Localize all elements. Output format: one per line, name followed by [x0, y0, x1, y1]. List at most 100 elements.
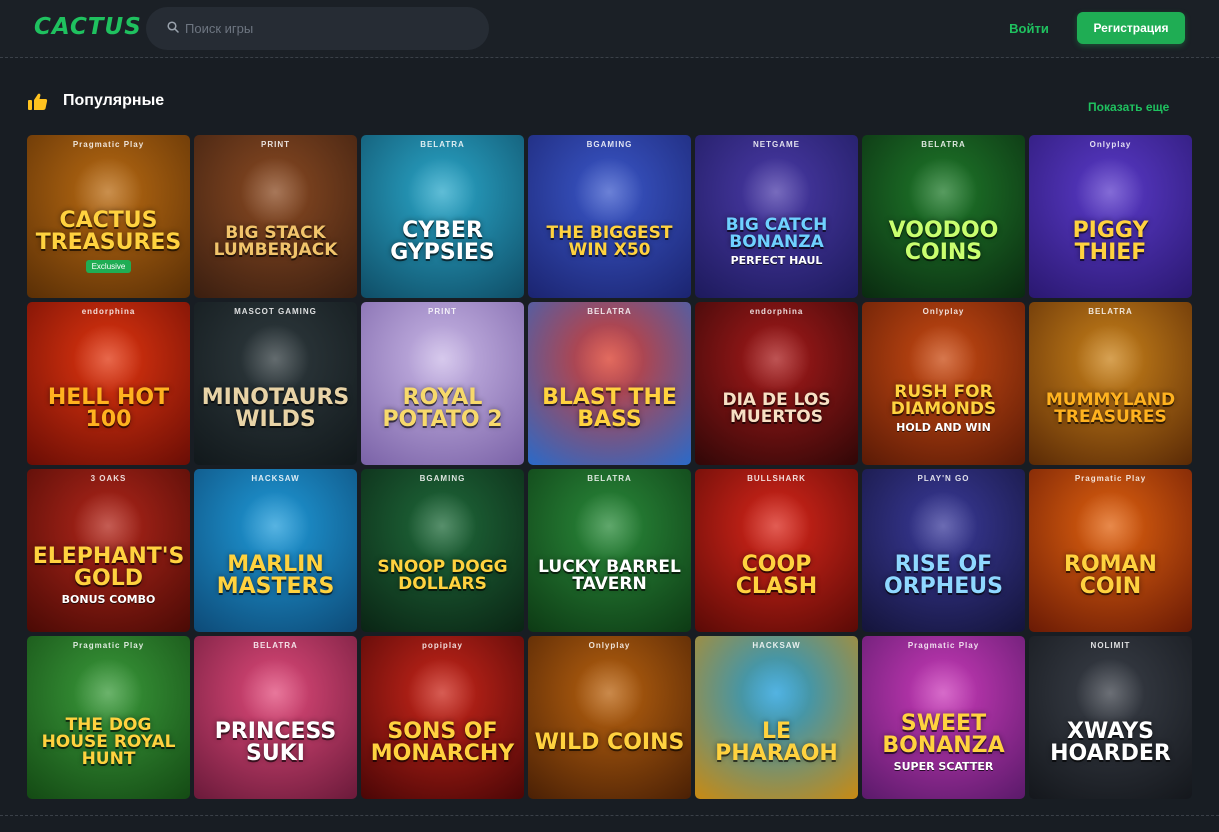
game-title: Cactus Treasures [35, 208, 182, 255]
game-title: Lucky Barrel Tavern [538, 556, 681, 594]
game-tile[interactable]: BELATRA Mummyland Treasures [1029, 302, 1192, 465]
game-art [407, 324, 477, 394]
game-art [1075, 491, 1145, 561]
game-title: Elephant's Gold [32, 543, 185, 591]
game-title: Princess Suki [214, 718, 337, 766]
game-provider: BELATRA [921, 140, 966, 149]
game-tile[interactable]: PRINT Big Stack Lumberjack [194, 135, 357, 298]
login-button[interactable]: Войти [1003, 19, 1055, 39]
game-tile[interactable]: MASCOT GAMING Minotaurs Wilds [194, 302, 357, 465]
game-provider: popiplay [422, 641, 463, 650]
game-title: Blast the Bass [542, 384, 677, 432]
game-title: The Biggest Win x50 [546, 222, 673, 260]
game-title: The Dog House Royal Hunt [41, 715, 176, 769]
game-tile[interactable]: HACKSAW Le Pharaoh [695, 636, 858, 799]
game-tile[interactable]: BELATRA Blast the Bass [528, 302, 691, 465]
game-provider: Pragmatic Play [72, 140, 145, 149]
game-art [574, 324, 644, 394]
game-tile[interactable]: BELATRA Voodoo Coins [862, 135, 1025, 298]
game-art [1075, 658, 1145, 728]
thumbs-up-icon [28, 93, 48, 110]
game-title: Sons of Monarchy [370, 718, 515, 766]
game-title: Rush for Diamonds [890, 381, 997, 419]
game-provider: MASCOT GAMING [234, 307, 317, 316]
game-provider: NOLIMIT [1090, 641, 1131, 650]
game-provider: HACKSAW [752, 641, 801, 650]
game-art [240, 324, 310, 394]
game-provider: Onlyplay [588, 641, 631, 650]
game-art [574, 157, 644, 227]
game-tile[interactable]: Onlyplay Rush for Diamonds Hold and Win [862, 302, 1025, 465]
game-tile[interactable]: Onlyplay Wild Coins [528, 636, 691, 799]
game-art [908, 157, 978, 227]
game-title: Marlin Masters [216, 551, 335, 599]
game-tile[interactable]: NOLIMIT xWays Hoarder [1029, 636, 1192, 799]
game-tile[interactable]: PRINT Royal Potato 2 [361, 302, 524, 465]
game-tile[interactable]: BELATRA Lucky Barrel Tavern [528, 469, 691, 632]
game-tile[interactable]: BULLSHARK Coop Clash [695, 469, 858, 632]
game-tile[interactable]: Pragmatic Play Cactus Treasures Exclusive [27, 135, 190, 298]
game-title: Big Stack Lumberjack [213, 222, 338, 260]
game-provider: BGAMING [586, 140, 633, 149]
game-title: xWays Hoarder [1050, 718, 1171, 766]
game-tile[interactable]: BELATRA Cyber Gypsies [361, 135, 524, 298]
game-subtitle: Perfect Haul [730, 253, 823, 267]
game-art [574, 491, 644, 561]
game-title: Roman Coin [1064, 551, 1157, 599]
game-title: Hell Hot 100 [47, 384, 170, 432]
game-provider: Onlyplay [1089, 140, 1132, 149]
game-art [240, 491, 310, 561]
game-title: Minotaurs Wilds [201, 384, 350, 432]
game-art [741, 491, 811, 561]
game-title: Coop Clash [735, 551, 818, 599]
game-art [240, 157, 310, 227]
game-title: Dia de los Muertos [722, 389, 831, 427]
game-title: Royal Potato 2 [382, 384, 503, 432]
game-provider: BELATRA [587, 474, 632, 483]
game-tile[interactable]: Pragmatic Play Roman Coin [1029, 469, 1192, 632]
bottom-divider [0, 815, 1219, 816]
game-provider: BELATRA [1088, 307, 1133, 316]
game-art [73, 324, 143, 394]
game-tile[interactable]: 3 OAKS Elephant's Gold Bonus Combo [27, 469, 190, 632]
game-tile[interactable]: Onlyplay Piggy Thief [1029, 135, 1192, 298]
section-title: Популярные [63, 92, 165, 109]
game-tile[interactable]: BELATRA Princess Suki [194, 636, 357, 799]
game-title: Le Pharaoh [715, 718, 838, 766]
game-title: Piggy Thief [1072, 217, 1149, 265]
game-provider: BGAMING [419, 474, 466, 483]
game-art [574, 658, 644, 728]
game-art [741, 324, 811, 394]
game-art [407, 157, 477, 227]
game-tile[interactable]: BGAMING Snoop Dogg Dollars [361, 469, 524, 632]
game-tile[interactable]: endorphina Hell Hot 100 [27, 302, 190, 465]
game-provider: Pragmatic Play [1074, 474, 1147, 483]
game-tile[interactable]: HACKSAW Marlin Masters [194, 469, 357, 632]
game-provider: PRINT [261, 140, 290, 149]
game-tile[interactable]: Pragmatic Play Sweet Bonanza Super Scatter [862, 636, 1025, 799]
register-button[interactable]: Регистрация [1077, 12, 1185, 44]
game-title: Sweet Bonanza [882, 710, 1005, 758]
game-art [741, 658, 811, 728]
game-provider: PLAY'N GO [917, 474, 970, 483]
game-title: Mummyland Treasures [1045, 389, 1176, 427]
game-provider: endorphina [81, 307, 136, 316]
game-tile[interactable]: BGAMING The Biggest Win x50 [528, 135, 691, 298]
game-art [908, 491, 978, 561]
game-tile[interactable]: Pragmatic Play The Dog House Royal Hunt [27, 636, 190, 799]
games-grid: Pragmatic Play Cactus Treasures Exclusive P… [27, 135, 1192, 799]
cactus-logo[interactable]: CACTUS [34, 14, 142, 40]
game-tile[interactable]: NETGAME Big Catch Bonanza Perfect Haul [695, 135, 858, 298]
game-provider: BELATRA [420, 140, 465, 149]
search-icon [167, 21, 179, 33]
game-art [407, 658, 477, 728]
game-provider: BULLSHARK [747, 474, 806, 483]
game-art [1075, 157, 1145, 227]
show-more-link[interactable]: Показать еще [1088, 100, 1169, 114]
game-tile[interactable]: endorphina Dia de los Muertos [695, 302, 858, 465]
search-input[interactable] [185, 7, 475, 50]
exclusive-badge: Exclusive [85, 260, 132, 273]
game-tile[interactable]: popiplay Sons of Monarchy [361, 636, 524, 799]
game-tile[interactable]: PLAY'N GO Rise of Orpheus [862, 469, 1025, 632]
game-provider: Pragmatic Play [907, 641, 980, 650]
